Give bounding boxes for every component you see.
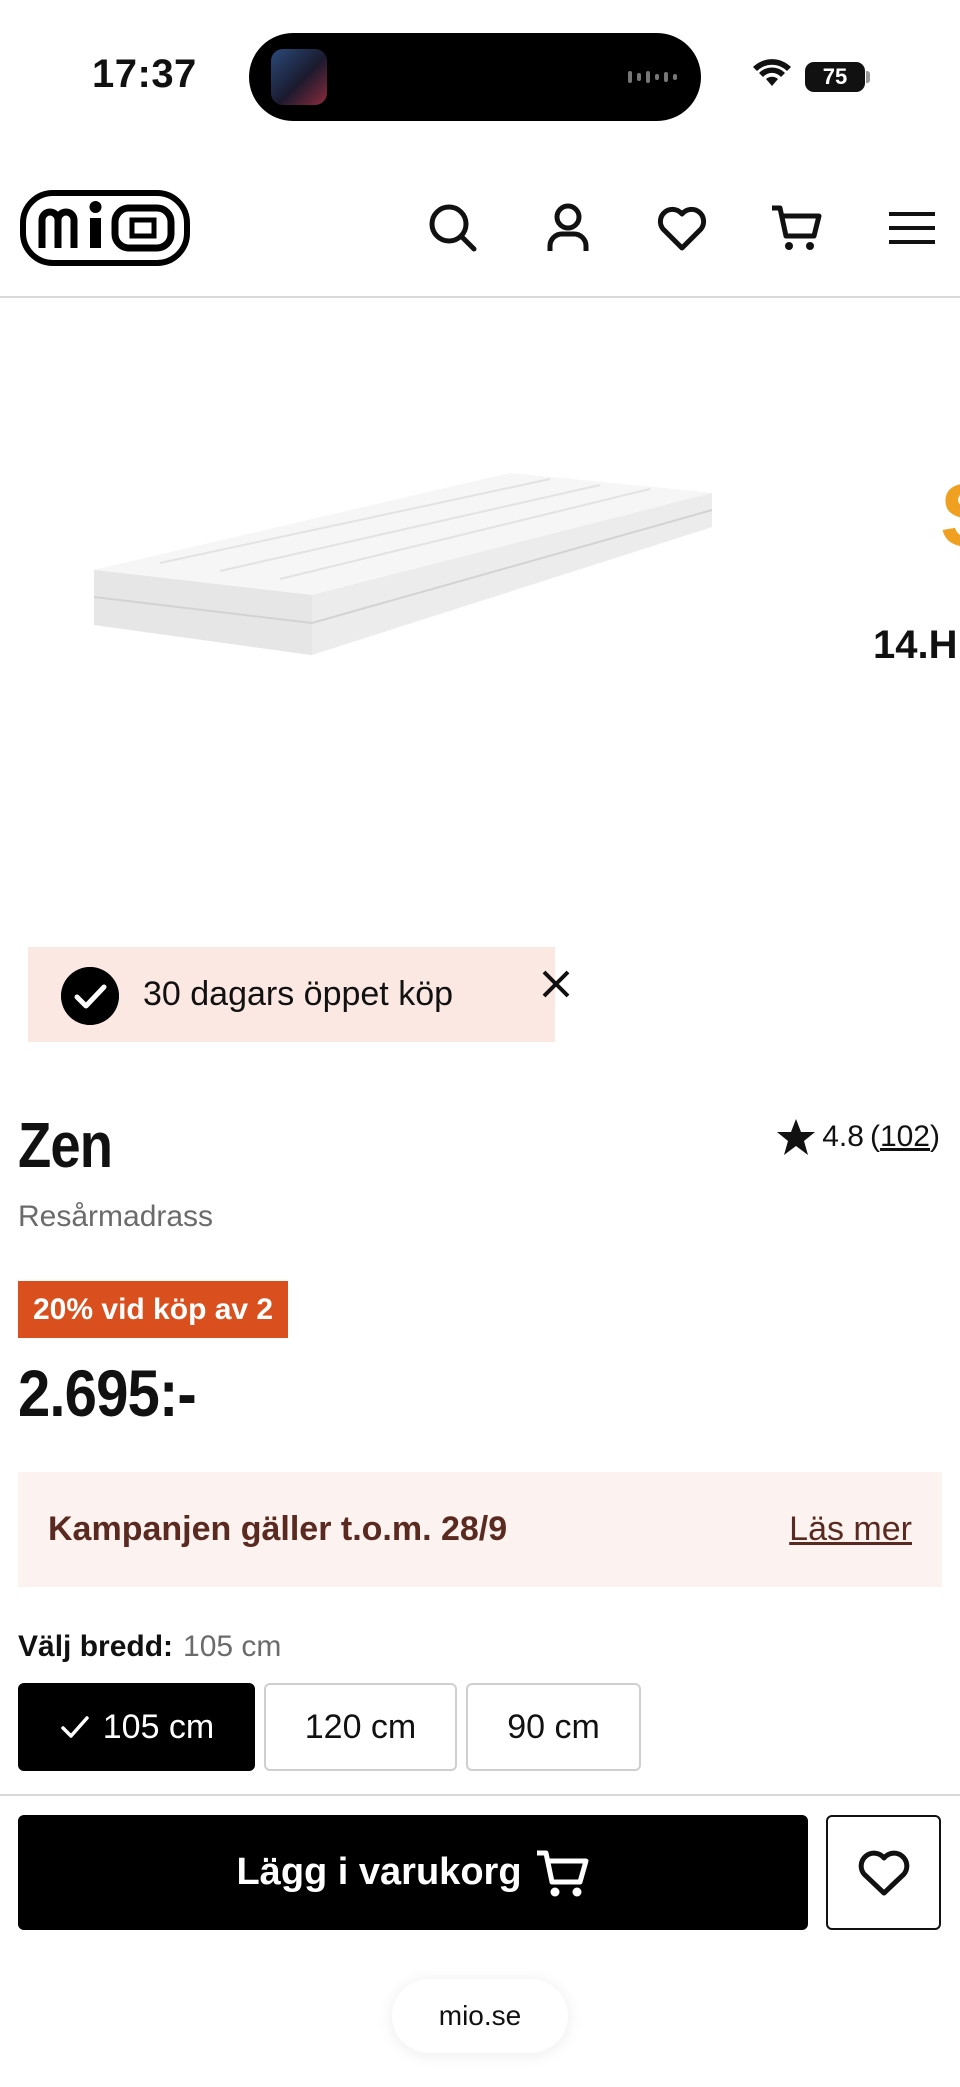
menu-icon[interactable]	[886, 202, 938, 254]
add-to-cart-button[interactable]: Lägg i varukorg	[18, 1815, 808, 1930]
audio-wave-icon	[628, 71, 677, 83]
width-label-key: Välj bredd:	[18, 1630, 174, 1663]
mattress-image	[93, 473, 713, 655]
rating-value: 4.8	[822, 1120, 864, 1153]
review-count-wrapper[interactable]: (102)	[870, 1120, 940, 1154]
battery-cap	[866, 71, 870, 83]
read-more-link[interactable]: Läs mer	[789, 1510, 912, 1549]
browser-url-pill[interactable]: mio.se	[392, 1979, 568, 2053]
battery-level: 75	[822, 64, 848, 89]
status-time: 17:37	[92, 52, 197, 96]
dynamic-island[interactable]	[249, 33, 701, 121]
heart-icon[interactable]	[656, 202, 708, 254]
status-bar: 17:37 75	[0, 0, 960, 150]
favorite-button[interactable]	[826, 1815, 941, 1930]
product-subtitle: Resårmadrass	[18, 1200, 214, 1233]
size-option-label: 120 cm	[304, 1707, 417, 1746]
add-to-cart-label: Lägg i varukorg	[236, 1851, 522, 1893]
campaign-text: Kampanjen gäller t.o.m. 28/9	[48, 1510, 508, 1548]
size-option-105[interactable]: 105 cm	[18, 1683, 255, 1771]
sticky-bar-divider	[0, 1794, 960, 1796]
checkmark-icon	[61, 1716, 89, 1738]
open-purchase-banner: 30 dagars öppet köp	[28, 947, 570, 1042]
size-option-90[interactable]: 90 cm	[466, 1683, 641, 1771]
product-rating[interactable]: 4.8 (102)	[776, 1117, 940, 1157]
size-option-label: 105 cm	[102, 1707, 215, 1746]
cart-icon	[536, 1850, 589, 1896]
wifi-icon	[753, 59, 791, 86]
check-circle-icon	[61, 967, 119, 1025]
review-open-paren: (	[869, 1120, 880, 1153]
width-label-value: 105 cm	[183, 1630, 282, 1663]
size-option-label: 90 cm	[507, 1707, 600, 1746]
close-icon[interactable]	[536, 964, 576, 1004]
star-icon	[777, 1119, 816, 1155]
site-header	[0, 150, 960, 298]
width-selector-label: Välj bredd: 105 cm	[18, 1630, 281, 1664]
heart-icon	[858, 1850, 909, 1895]
next-slide-peek-letter: S	[940, 465, 960, 568]
size-option-120[interactable]: 120 cm	[264, 1683, 457, 1771]
campaign-banner: Kampanjen gäller t.o.m. 28/9 Läs mer	[18, 1472, 942, 1587]
account-icon[interactable]	[542, 202, 594, 254]
promo-badge: 20% vid köp av 2	[18, 1281, 289, 1338]
review-count[interactable]: 102	[880, 1120, 930, 1153]
battery-icon: 75	[805, 62, 865, 92]
cart-icon[interactable]	[770, 202, 822, 254]
next-slide-peek-text: 14.H	[873, 623, 958, 667]
product-price: 2.695:-	[18, 1356, 197, 1430]
search-icon[interactable]	[427, 202, 479, 254]
now-playing-artwork	[271, 49, 327, 105]
review-close-paren: )	[930, 1120, 940, 1153]
open-purchase-text: 30 dagars öppet köp	[143, 975, 454, 1013]
mio-logo[interactable]	[20, 190, 190, 266]
product-gallery[interactable]: S 14.H	[0, 300, 960, 940]
product-title: Zen	[18, 1109, 113, 1181]
